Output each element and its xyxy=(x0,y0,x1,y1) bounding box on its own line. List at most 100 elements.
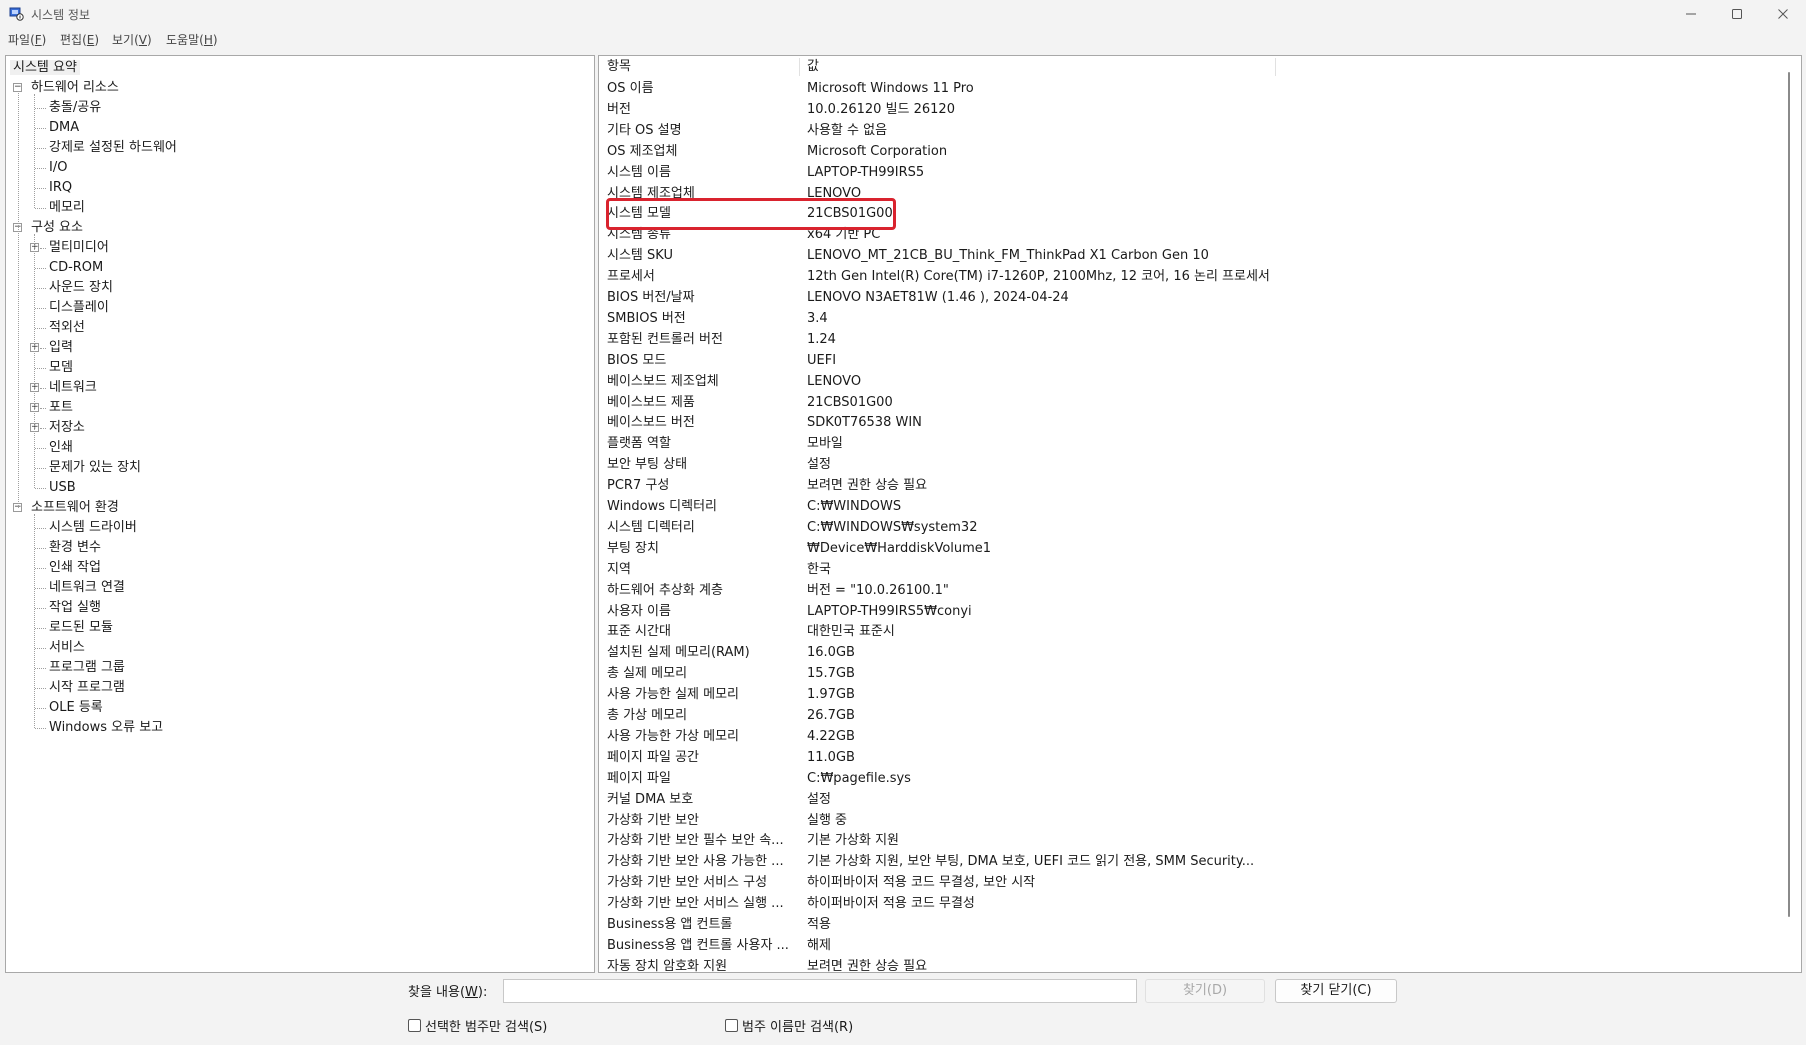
table-row[interactable]: 가상화 기반 보안 실행 중 xyxy=(599,810,1799,831)
tree-item[interactable]: 시스템 요약 xyxy=(10,58,80,77)
tree-item[interactable]: 메모리 xyxy=(49,198,85,217)
table-row[interactable]: PCR7 구성 보려면 권한 상승 필요 xyxy=(599,475,1799,496)
table-row[interactable]: 보안 부팅 상태 설정 xyxy=(599,454,1799,475)
column-header-item[interactable]: 항목 xyxy=(607,56,631,78)
find-button[interactable]: 찾기(D) xyxy=(1145,979,1265,1003)
menu-view[interactable]: 보기(V) xyxy=(112,31,152,48)
table-row[interactable]: 베이스보드 제조업체 LENOVO xyxy=(599,371,1799,392)
tree-item[interactable]: 멀티미디어 xyxy=(49,238,109,257)
table-row[interactable]: 시스템 디렉터리 C:₩WINDOWS₩system32 xyxy=(599,517,1799,538)
table-row[interactable]: 가상화 기반 보안 필수 보안 속... 기본 가상화 지원 xyxy=(599,830,1799,851)
tree-item[interactable]: 인쇄 작업 xyxy=(49,558,101,577)
column-separator[interactable] xyxy=(799,58,800,76)
tree-item[interactable]: USB xyxy=(49,478,76,497)
maximize-button[interactable] xyxy=(1714,0,1760,28)
table-row[interactable]: 자동 장치 암호화 지원 보려면 권한 상승 필요 xyxy=(599,956,1799,972)
tree-item[interactable]: 강제로 설정된 하드웨어 xyxy=(49,138,177,157)
tree-item[interactable]: 입력 xyxy=(49,338,73,357)
table-row[interactable]: 설치된 실제 메모리(RAM) 16.0GB xyxy=(599,642,1799,663)
checkbox-box[interactable] xyxy=(408,1019,421,1032)
table-row[interactable]: Business용 앱 컨트롤 적용 xyxy=(599,914,1799,935)
tree-item[interactable]: 모뎀 xyxy=(49,358,73,377)
tree-item[interactable]: 환경 변수 xyxy=(49,538,101,557)
tree-item[interactable]: 포트 xyxy=(49,398,73,417)
tree-item[interactable]: IRQ xyxy=(49,178,72,197)
column-separator[interactable] xyxy=(1275,58,1276,76)
table-row[interactable]: SMBIOS 버전 3.4 xyxy=(599,308,1799,329)
table-row[interactable]: 시스템 종류 x64 기반 PC xyxy=(599,224,1799,245)
table-row[interactable]: Business용 앱 컨트롤 사용자 ... 해제 xyxy=(599,935,1799,956)
table-row[interactable]: 가상화 기반 보안 서비스 구성 하이퍼바이저 적용 코드 무결성, 보안 시작 xyxy=(599,872,1799,893)
table-row[interactable]: 페이지 파일 C:₩pagefile.sys xyxy=(599,768,1799,789)
column-header-value[interactable]: 값 xyxy=(807,56,819,78)
table-row[interactable]: 사용 가능한 실제 메모리 1.97GB xyxy=(599,684,1799,705)
tree-item[interactable]: 시스템 드라이버 xyxy=(49,518,137,537)
table-row[interactable]: BIOS 모드 UEFI xyxy=(599,350,1799,371)
table-row[interactable]: 플랫폼 역할 모바일 xyxy=(599,433,1799,454)
table-row[interactable]: 버전 10.0.26120 빌드 26120 xyxy=(599,99,1799,120)
tree-item[interactable]: 네트워크 xyxy=(49,378,97,397)
table-row[interactable]: 표준 시간대 대한민국 표준시 xyxy=(599,621,1799,642)
tree-item[interactable]: 서비스 xyxy=(49,638,85,657)
table-row[interactable]: 프로세서 12th Gen Intel(R) Core(TM) i7-1260P,… xyxy=(599,266,1799,287)
tree-item[interactable]: 소프트웨어 환경 xyxy=(31,498,119,517)
table-row[interactable]: 페이지 파일 공간 11.0GB xyxy=(599,747,1799,768)
tree-item[interactable]: 시작 프로그램 xyxy=(49,678,125,697)
find-input[interactable] xyxy=(503,979,1137,1003)
table-row[interactable]: 시스템 SKU LENOVO_MT_21CB_BU_Think_FM_ThinkP… xyxy=(599,245,1799,266)
tree-item[interactable]: 인쇄 xyxy=(49,438,73,457)
table-row[interactable]: OS 제조업체 Microsoft Corporation xyxy=(599,141,1799,162)
tree-item[interactable]: 저장소 xyxy=(49,418,85,437)
table-row[interactable]: BIOS 버전/날짜 LENOVO N3AET81W (1.46 ), 2024-… xyxy=(599,287,1799,308)
table-row[interactable]: 하드웨어 추상화 계층 버전 = "10.0.26100.1" xyxy=(599,580,1799,601)
checkbox-box[interactable] xyxy=(725,1019,738,1032)
search-selected-category-checkbox[interactable]: 선택한 범주만 검색(S) xyxy=(408,1016,547,1035)
tree-item[interactable]: DMA xyxy=(49,118,79,137)
tree-item[interactable]: 충돌/공유 xyxy=(49,98,101,117)
table-row[interactable]: 기타 OS 설명 사용할 수 없음 xyxy=(599,120,1799,141)
close-find-button[interactable]: 찾기 닫기(C) xyxy=(1275,979,1397,1003)
table-row[interactable]: 가상화 기반 보안 사용 가능한 ... 기본 가상화 지원, 보안 부팅, DM… xyxy=(599,851,1799,872)
tree-item[interactable]: 작업 실행 xyxy=(49,598,101,617)
collapse-icon[interactable]: − xyxy=(13,83,22,92)
tree-item[interactable]: CD-ROM xyxy=(49,258,103,277)
minimize-button[interactable] xyxy=(1668,0,1714,28)
menu-edit[interactable]: 편집(E) xyxy=(60,31,99,48)
table-row[interactable]: 시스템 제조업체 LENOVO xyxy=(599,183,1799,204)
menu-file[interactable]: 파일(F) xyxy=(8,31,46,48)
search-category-names-checkbox[interactable]: 범주 이름만 검색(R) xyxy=(725,1016,853,1035)
table-row[interactable]: OS 이름 Microsoft Windows 11 Pro xyxy=(599,78,1799,99)
close-button[interactable] xyxy=(1760,0,1806,28)
table-row[interactable]: 사용자 이름 LAPTOP-TH99IRS5₩conyi xyxy=(599,601,1799,622)
category-tree[interactable]: 시스템 요약하드웨어 리소스 − 충돌/공유 DMA 강제로 설정된 하드웨어 I/O IR… xyxy=(5,55,595,973)
table-row[interactable]: Windows 디렉터리 C:₩WINDOWS xyxy=(599,496,1799,517)
table-row[interactable]: 베이스보드 버전 SDK0T76538 WIN xyxy=(599,412,1799,433)
menu-help[interactable]: 도움말(H) xyxy=(166,31,218,48)
tree-item[interactable]: 하드웨어 리소스 xyxy=(31,78,119,97)
tree-item[interactable]: 사운드 장치 xyxy=(49,278,113,297)
vertical-scrollbar[interactable] xyxy=(1788,72,1790,917)
table-row[interactable]: 사용 가능한 가상 메모리 4.22GB xyxy=(599,726,1799,747)
tree-item[interactable]: OLE 등록 xyxy=(49,698,103,717)
tree-item[interactable]: 문제가 있는 장치 xyxy=(49,458,141,477)
table-row[interactable]: 총 가상 메모리 26.7GB xyxy=(599,705,1799,726)
table-row[interactable]: 지역 한국 xyxy=(599,559,1799,580)
tree-item[interactable]: 디스플레이 xyxy=(49,298,109,317)
tree-item[interactable]: Windows 오류 보고 xyxy=(49,718,163,737)
tree-item[interactable]: 적외선 xyxy=(49,318,85,337)
details-list[interactable]: 항목 값 OS 이름 Microsoft Windows 11 Pro 버전 10.0… xyxy=(598,55,1802,973)
table-row[interactable]: 포함된 컨트롤러 버전 1.24 xyxy=(599,329,1799,350)
table-row[interactable]: 총 실제 메모리 15.7GB xyxy=(599,663,1799,684)
table-row[interactable]: 시스템 모델 21CBS01G00 xyxy=(599,203,1799,224)
tree-item[interactable]: 로드된 모듈 xyxy=(49,618,113,637)
tree-item[interactable]: 네트워크 연결 xyxy=(49,578,125,597)
table-row[interactable]: 시스템 이름 LAPTOP-TH99IRS5 xyxy=(599,162,1799,183)
table-row[interactable]: 베이스보드 제품 21CBS01G00 xyxy=(599,392,1799,413)
table-row[interactable]: 커널 DMA 보호 설정 xyxy=(599,789,1799,810)
tree-item[interactable]: I/O xyxy=(49,158,67,177)
tree-item[interactable]: 프로그램 그룹 xyxy=(49,658,125,677)
table-row[interactable]: 부팅 장치 ₩Device₩HarddiskVolume1 xyxy=(599,538,1799,559)
table-row[interactable]: 가상화 기반 보안 서비스 실행 ... 하이퍼바이저 적용 코드 무결성 xyxy=(599,893,1799,914)
tree-item[interactable]: 구성 요소 xyxy=(31,218,83,237)
tree-item-label: 하드웨어 리소스 xyxy=(31,80,119,95)
